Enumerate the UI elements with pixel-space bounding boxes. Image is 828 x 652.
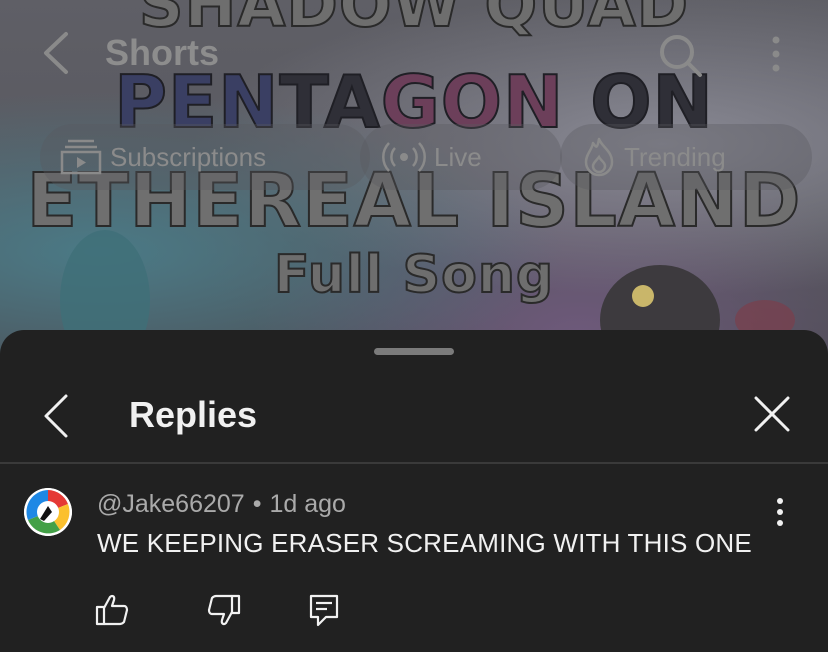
app-bar-title: Shorts	[105, 32, 220, 73]
avatar[interactable]	[24, 488, 72, 536]
subscriptions-icon	[60, 139, 102, 175]
live-icon	[382, 142, 426, 172]
chip-subscriptions[interactable]: Subscriptions	[40, 124, 370, 190]
reply-icon[interactable]	[306, 592, 342, 628]
more-vertical-icon[interactable]	[768, 494, 792, 530]
thumbs-down-icon[interactable]	[206, 592, 242, 628]
comment-item: @Jake66207 • 1d ago WE KEEPING ERASER SCRE…	[0, 464, 828, 652]
trending-icon	[584, 137, 614, 177]
back-chevron-icon[interactable]	[40, 30, 74, 76]
meta-separator: •	[252, 490, 262, 518]
chip-label: Subscriptions	[110, 141, 267, 172]
chip-live[interactable]: Live	[360, 124, 562, 190]
video-thumbnail-background: SHADOW QUAD PENTAGON ON ETHEREAL ISLAND …	[0, 0, 828, 360]
chip-label: Trending	[624, 141, 726, 172]
more-vertical-icon[interactable]	[762, 34, 790, 74]
close-icon[interactable]	[752, 394, 792, 434]
screen: SHADOW QUAD PENTAGON ON ETHEREAL ISLAND …	[0, 0, 828, 652]
sheet-drag-handle[interactable]	[374, 348, 454, 355]
thumbnail-title-line4: Full Song	[273, 244, 555, 306]
comment-author[interactable]: @Jake66207	[97, 490, 245, 518]
replies-sheet: Replies @Jake66207 • 1d ago WE KEEPING E…	[0, 330, 828, 652]
comment-time: 1d ago	[269, 490, 346, 518]
sheet-title: Replies	[129, 394, 258, 435]
chip-trending[interactable]: Trending	[560, 124, 812, 190]
comment-meta: @Jake66207 • 1d ago	[97, 490, 346, 519]
chip-label: Live	[434, 141, 482, 172]
comment-text: WE KEEPING ERASER SCREAMING WITH THIS ON…	[97, 528, 752, 558]
search-icon[interactable]	[657, 32, 703, 78]
chevron-left-icon[interactable]	[40, 392, 74, 440]
thumbs-up-icon[interactable]	[94, 592, 130, 628]
